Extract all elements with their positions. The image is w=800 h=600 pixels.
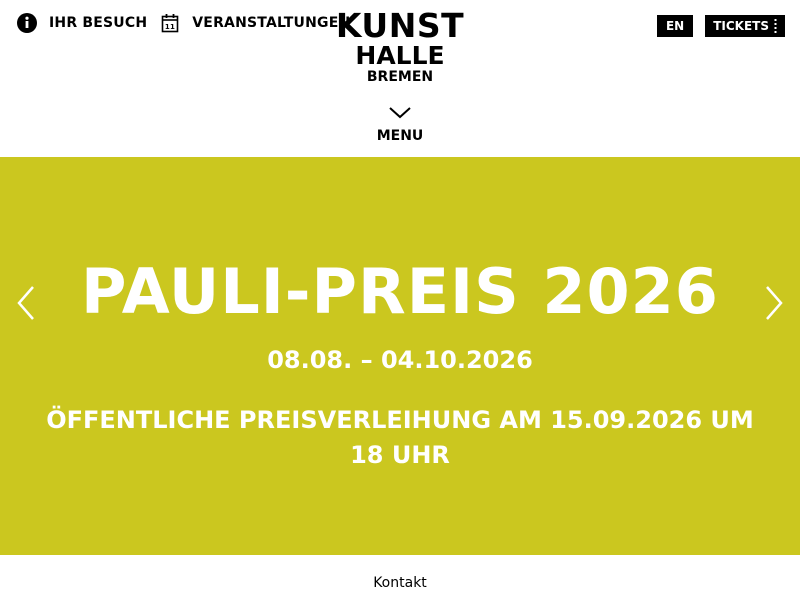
vertical-dots-icon	[774, 19, 777, 33]
calendar-icon-day: 11	[165, 23, 175, 31]
logo-line-kunst: KUNST	[335, 6, 465, 45]
nav-link-ihr-besuch[interactable]: IHR BESUCH	[17, 13, 147, 33]
menu-label: MENU	[376, 128, 424, 144]
tickets-button[interactable]: TICKETS	[705, 15, 785, 37]
nav-link-label: IHR BESUCH	[49, 15, 148, 31]
chevron-down-icon	[389, 107, 411, 119]
header-nav-left: IHR BESUCH 11 VERANSTALTUNGEN	[17, 13, 363, 33]
header-nav-right: EN TICKETS	[656, 15, 785, 37]
tickets-label: TICKETS	[713, 19, 769, 33]
nav-link-veranstaltungen[interactable]: 11 VERANSTALTUNGEN	[160, 13, 350, 33]
footer-link-kontakt[interactable]: Kontakt	[373, 575, 427, 591]
site-logo[interactable]: KUNST HALLE BREMEN	[334, 9, 466, 86]
info-icon	[17, 13, 37, 33]
site-footer: Kontakt	[0, 555, 800, 600]
site-header: IHR BESUCH 11 VERANSTALTUNGEN KUNST HALL…	[0, 0, 800, 157]
hero-event-text: ÖFFENTLICHE PREISVERLEIHUNG AM 15.09.202…	[46, 406, 754, 469]
menu-toggle-button[interactable]: MENU	[365, 106, 435, 144]
logo-line-bremen: BREMEN	[366, 69, 434, 85]
calendar-icon: 11	[161, 14, 179, 33]
hero-title: PAULI-PREIS 2026	[81, 255, 719, 328]
logo-line-halle: HALLE	[355, 41, 445, 70]
language-button[interactable]: EN	[656, 15, 694, 37]
hero-slider: PAULI-PREIS 2026 08.08. – 04.10.2026 ÖFF…	[0, 157, 800, 555]
chevron-right-icon[interactable]	[763, 285, 785, 321]
nav-link-label: VERANSTALTUNGEN	[192, 15, 351, 31]
hero-dates: 08.08. – 04.10.2026	[267, 346, 533, 374]
